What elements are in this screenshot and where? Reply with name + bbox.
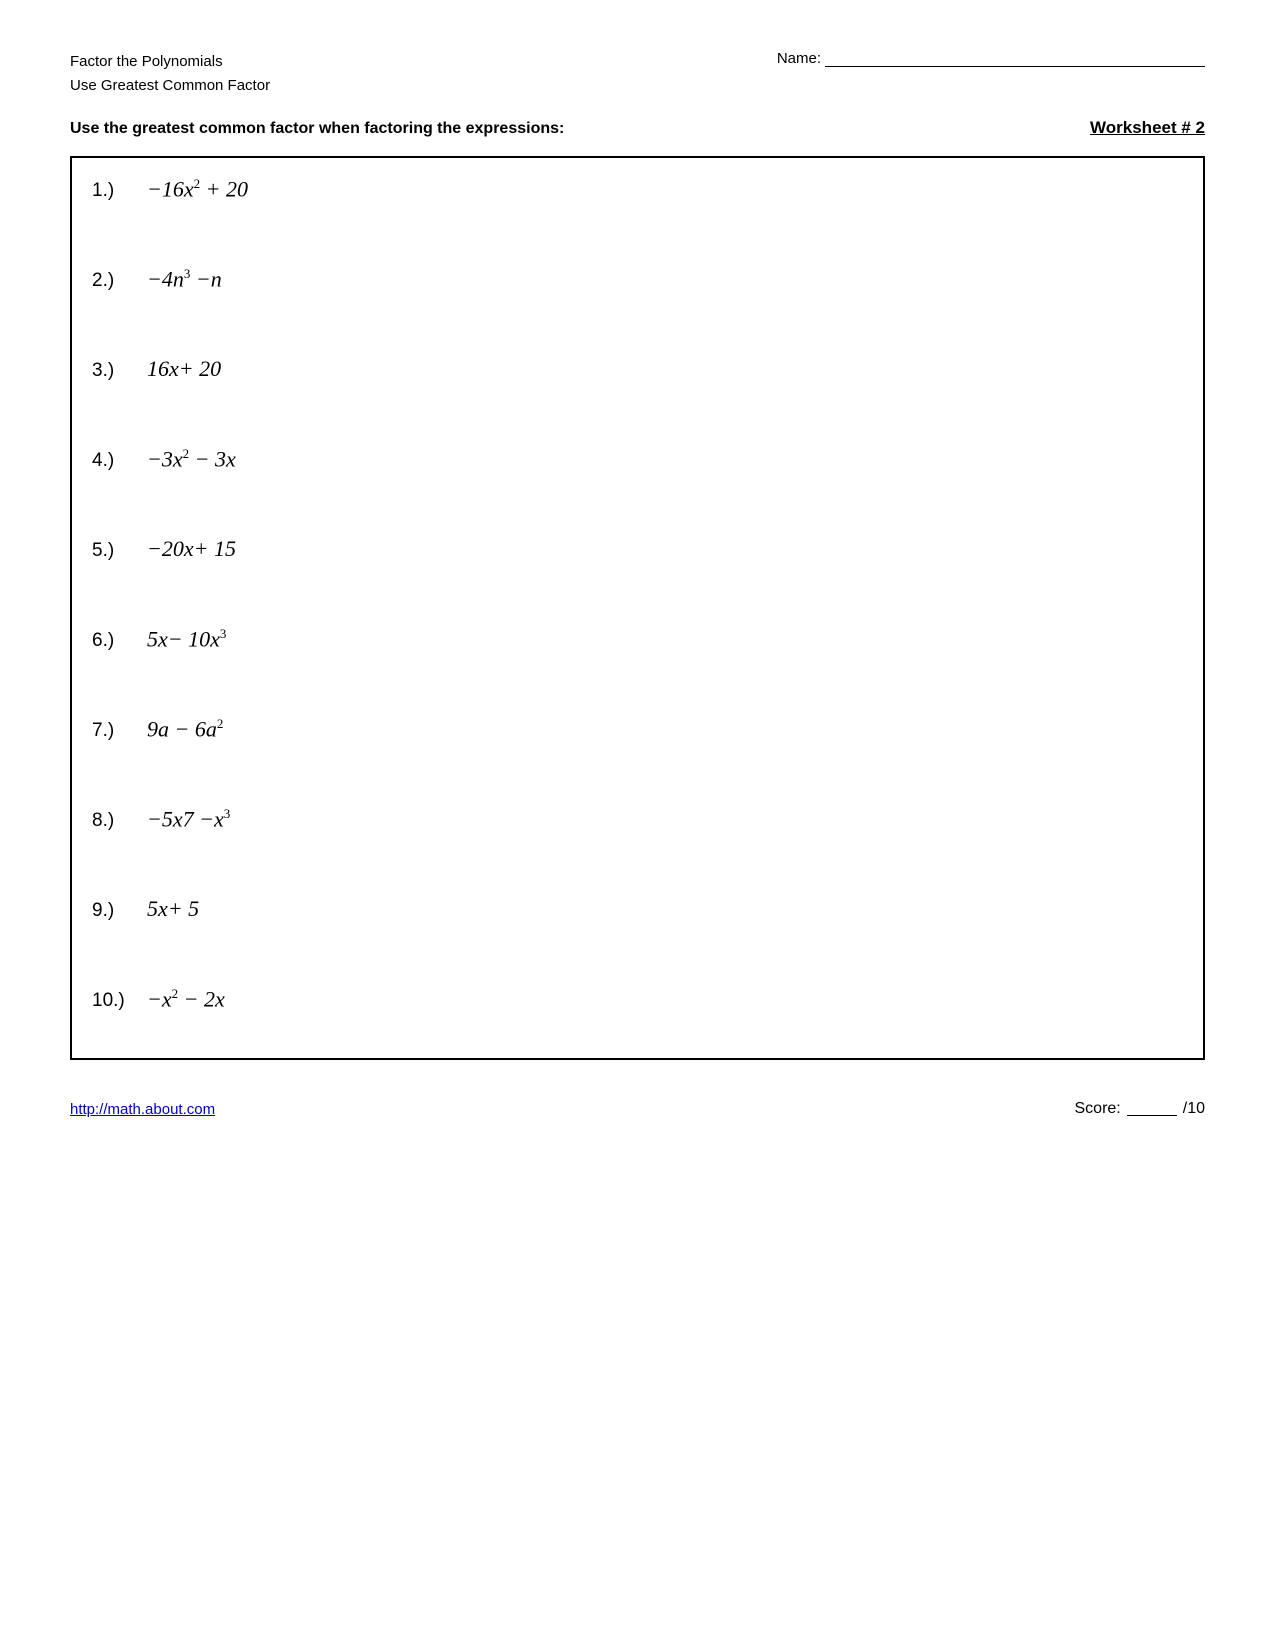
- problem-expression: 5x+ 5: [147, 896, 199, 922]
- instructions-row: Use the greatest common factor when fact…: [70, 118, 1205, 138]
- problem-expression: 5x− 10x3: [147, 626, 226, 652]
- name-underline-line: [825, 51, 1205, 67]
- problem-number: 10.): [92, 990, 147, 1012]
- instructions-text: Use the greatest common factor when fact…: [70, 120, 564, 138]
- problem-number: 2.): [92, 270, 147, 292]
- problem-number: 1.): [92, 180, 147, 202]
- problem-number: 5.): [92, 540, 147, 562]
- name-label: Name:: [777, 50, 821, 67]
- title-line1: Factor the Polynomials: [70, 50, 270, 74]
- problem-expression: 16x+ 20: [147, 356, 221, 382]
- problem-item: 5.)−20x+ 15: [72, 518, 1203, 608]
- problem-item: 7.)9a − 6a2: [72, 698, 1203, 788]
- problem-item: 9.)5x+ 5: [72, 878, 1203, 968]
- footer-link[interactable]: http://math.about.com: [70, 1101, 215, 1118]
- score-denom: /10: [1183, 1100, 1205, 1118]
- name-field: Name:: [777, 50, 1205, 67]
- worksheet-title: Worksheet # 2: [1090, 118, 1205, 138]
- score-blank: [1127, 1102, 1177, 1116]
- problem-number: 3.): [92, 360, 147, 382]
- problem-expression: 9a − 6a2: [147, 716, 223, 742]
- footer: http://math.about.com Score: /10: [70, 1090, 1205, 1118]
- header-right: Name:: [777, 50, 1205, 67]
- header: Factor the Polynomials Use Greatest Comm…: [70, 50, 1205, 98]
- problem-expression: −x2 − 2x: [147, 986, 225, 1012]
- problem-expression: −16x2 + 20: [147, 176, 248, 202]
- problem-item: 2.)−4n3 −n: [72, 248, 1203, 338]
- problem-number: 9.): [92, 900, 147, 922]
- problem-number: 4.): [92, 450, 147, 472]
- problem-item: 8.)−5x7 −x3: [72, 788, 1203, 878]
- problem-item: 3.)16x+ 20: [72, 338, 1203, 428]
- problem-expression: −4n3 −n: [147, 266, 222, 292]
- score-section: Score: /10: [1075, 1100, 1206, 1118]
- problem-expression: −5x7 −x3: [147, 806, 230, 832]
- problem-number: 6.): [92, 630, 147, 652]
- problem-number: 7.): [92, 720, 147, 742]
- problem-item: 1.)−16x2 + 20: [72, 158, 1203, 248]
- title-line2: Use Greatest Common Factor: [70, 74, 270, 98]
- problem-number: 8.): [92, 810, 147, 832]
- header-left: Factor the Polynomials Use Greatest Comm…: [70, 50, 270, 98]
- problem-item: 6.)5x− 10x3: [72, 608, 1203, 698]
- score-label: Score:: [1075, 1100, 1121, 1118]
- problem-item: 10.)−x2 − 2x: [72, 968, 1203, 1058]
- problem-expression: −3x2 − 3x: [147, 446, 236, 472]
- problems-box: 1.)−16x2 + 202.)−4n3 −n3.)16x+ 204.)−3x2…: [70, 156, 1205, 1060]
- problem-expression: −20x+ 15: [147, 536, 236, 562]
- problem-item: 4.)−3x2 − 3x: [72, 428, 1203, 518]
